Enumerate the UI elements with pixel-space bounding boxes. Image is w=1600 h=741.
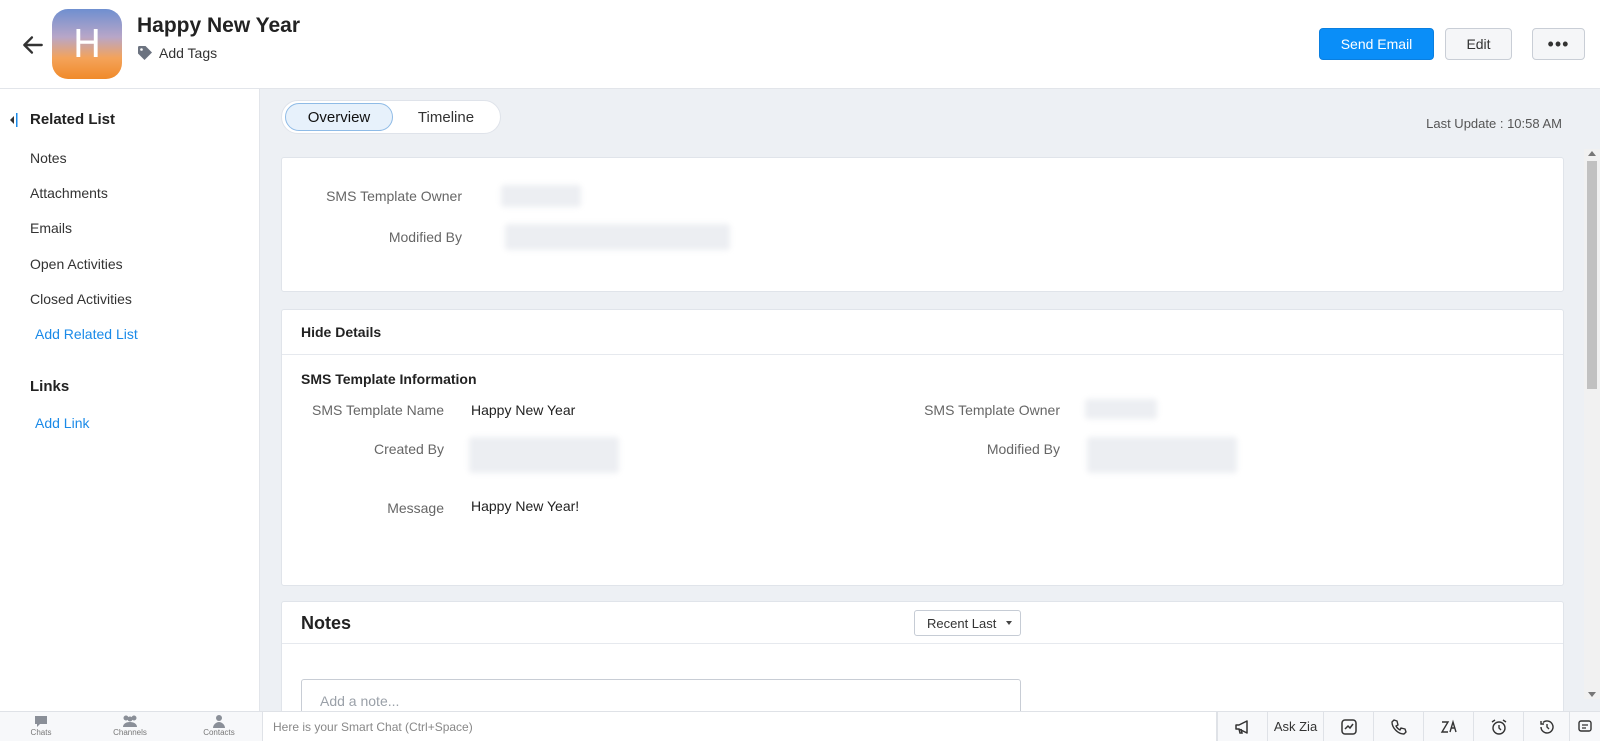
feedback-button[interactable] <box>1569 712 1600 741</box>
tab-overview[interactable]: Overview <box>285 103 393 131</box>
tab-timeline[interactable]: Timeline <box>396 103 496 131</box>
add-related-list-link[interactable]: Add Related List <box>35 326 138 342</box>
summary-owner-value-redacted <box>501 185 581 207</box>
sidebar-item-closed-activities[interactable]: Closed Activities <box>30 291 132 307</box>
message-icon <box>1578 719 1592 732</box>
scroll-down-arrow-icon[interactable] <box>1588 692 1596 697</box>
zia-translate-button[interactable] <box>1423 712 1473 741</box>
more-options-button[interactable]: ••• <box>1532 28 1585 60</box>
sidebar-item-notes[interactable]: Notes <box>30 150 67 166</box>
links-heading: Links <box>30 378 70 395</box>
template-name-value: Happy New Year <box>471 402 576 418</box>
modified-by-value-redacted <box>1087 437 1237 473</box>
notes-title: Notes <box>301 613 352 633</box>
summary-card: SMS Template Owner Modified By <box>281 157 1564 292</box>
contacts-label: Contacts <box>203 728 235 737</box>
sidebar-item-open-activities[interactable]: Open Activities <box>30 256 123 272</box>
record-avatar: H <box>52 9 122 79</box>
edit-button[interactable]: Edit <box>1445 28 1512 60</box>
announcements-button[interactable] <box>1217 712 1267 741</box>
record-header: H Happy New Year Add Tags Send Email Edi… <box>0 0 1600 89</box>
scroll-up-arrow-icon[interactable] <box>1588 151 1596 156</box>
related-list-sidebar: Related List Notes Attachments Emails Op… <box>0 89 260 711</box>
hide-details-toggle[interactable]: Hide Details <box>301 324 381 340</box>
view-tabs: Overview Timeline <box>281 100 501 134</box>
back-arrow-icon[interactable] <box>20 32 46 58</box>
contacts-icon <box>213 715 225 728</box>
add-link-link[interactable]: Add Link <box>35 415 89 431</box>
record-title: Happy New Year <box>137 14 301 37</box>
chat-bubble-icon <box>35 716 47 727</box>
message-label: Message <box>387 500 444 516</box>
scroll-thumb[interactable] <box>1587 161 1597 389</box>
main-scrollbar[interactable] <box>1584 149 1600 699</box>
details-divider <box>282 354 1563 355</box>
add-note-input[interactable] <box>301 679 1021 711</box>
modified-by-label: Modified By <box>986 441 1060 457</box>
tag-icon <box>138 46 152 60</box>
channels-icon <box>123 715 137 727</box>
add-tags-label: Add Tags <box>159 45 218 61</box>
ask-zia-label: Ask Zia <box>1273 719 1318 734</box>
last-update-text: Last Update : 10:58 AM <box>1426 116 1562 131</box>
notes-divider <box>282 643 1563 644</box>
notes-sort-dropdown[interactable]: Recent Last <box>914 610 1021 636</box>
history-button[interactable] <box>1523 712 1569 741</box>
channels-button[interactable]: Channels <box>100 714 160 740</box>
message-value: Happy New Year! <box>471 498 580 514</box>
summary-owner-label: SMS Template Owner <box>326 188 462 204</box>
phone-icon <box>1390 718 1407 735</box>
alarm-clock-icon <box>1491 718 1506 735</box>
details-card: Hide Details SMS Template Information SM… <box>281 309 1564 586</box>
reminders-button[interactable] <box>1473 712 1523 741</box>
call-button[interactable] <box>1373 712 1423 741</box>
notes-sort-value: Recent Last <box>927 615 997 631</box>
contacts-button[interactable]: Contacts <box>189 714 249 740</box>
megaphone-icon <box>1234 719 1248 734</box>
sidebar-item-emails[interactable]: Emails <box>30 220 72 236</box>
chats-label: Chats <box>30 728 52 737</box>
created-by-value-redacted <box>469 437 619 473</box>
ask-zia-button[interactable]: Ask Zia <box>1267 712 1323 741</box>
send-email-button[interactable]: Send Email <box>1319 28 1434 60</box>
main-content: Overview Timeline Last Update : 10:58 AM… <box>260 89 1600 711</box>
template-owner-label: SMS Template Owner <box>924 402 1060 418</box>
sms-template-information-heading: SMS Template Information <box>301 371 477 387</box>
sidebar-item-attachments[interactable]: Attachments <box>30 185 108 201</box>
channels-label: Channels <box>113 728 147 737</box>
add-tags-link[interactable]: Add Tags <box>137 45 217 61</box>
history-icon <box>1539 719 1554 734</box>
zia-icon <box>1440 719 1457 733</box>
analytics-button[interactable] <box>1323 712 1373 741</box>
bottom-bar: Chats Channels Contacts Ask Zia <box>0 711 1600 741</box>
chart-icon <box>1340 718 1357 735</box>
chats-button[interactable]: Chats <box>11 714 71 740</box>
summary-modified-by-value-redacted <box>505 224 730 250</box>
created-by-label: Created By <box>373 441 444 457</box>
collapse-sidebar-icon[interactable] <box>8 111 18 129</box>
summary-modified-by-label: Modified By <box>388 229 462 245</box>
notes-card: Notes Recent Last <box>281 601 1564 711</box>
smart-chat-input[interactable] <box>262 712 1217 741</box>
chevron-down-icon <box>1006 621 1012 625</box>
related-list-heading: Related List <box>30 111 116 128</box>
template-owner-value-redacted <box>1085 399 1157 419</box>
template-name-label: SMS Template Name <box>311 402 444 418</box>
